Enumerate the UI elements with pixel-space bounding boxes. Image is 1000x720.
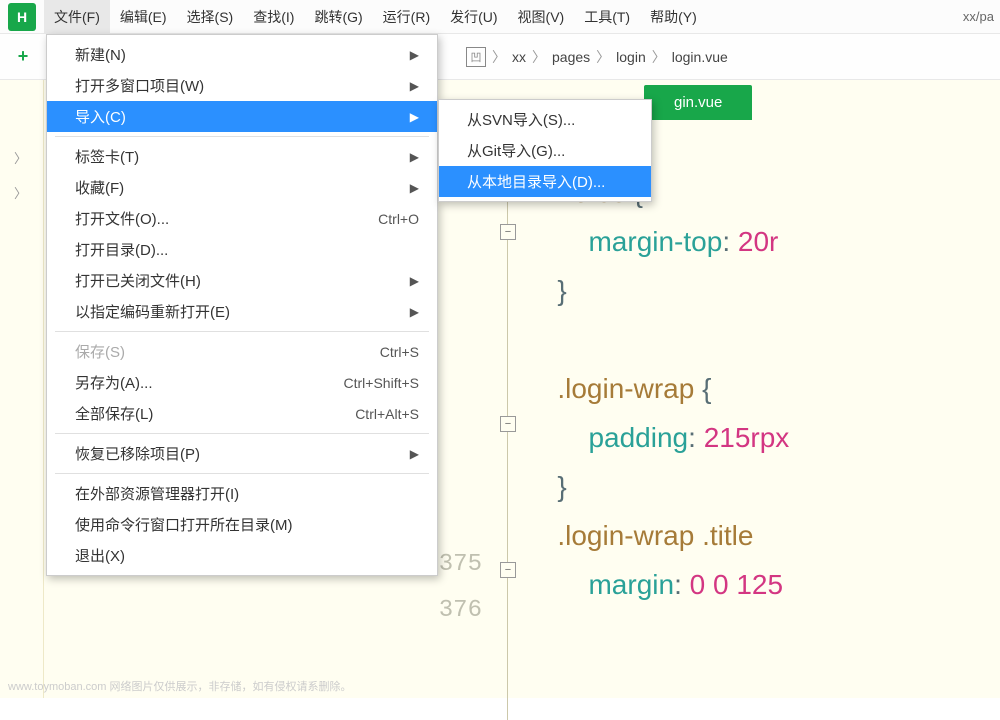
menu-item-label: 保存(S)	[75, 341, 125, 362]
sidebar-gutter: 〉 〉	[0, 80, 44, 698]
chevron-right-icon: 〉	[652, 47, 666, 67]
menu-item[interactable]: 全部保存(L) Ctrl+Alt+S	[47, 398, 437, 429]
menu-item[interactable]: 新建(N) ▶	[47, 39, 437, 70]
app-logo: H	[8, 3, 36, 31]
code-block[interactable]: .rules { margin-top: 20r } .login-wrap {…	[534, 124, 789, 657]
chevron-right-icon: ▶	[410, 79, 419, 93]
code-line: margin: 0 0 125	[534, 569, 783, 600]
breadcrumb-item[interactable]: xx	[512, 49, 526, 65]
menu-item[interactable]: 收藏(F) ▶	[47, 172, 437, 203]
breadcrumb-item[interactable]: login	[616, 49, 646, 65]
new-file-icon[interactable]: +	[13, 47, 33, 67]
menu-item-label: 全部保存(L)	[75, 403, 153, 424]
menu-item[interactable]: 恢复已移除项目(P) ▶	[47, 438, 437, 469]
code-line	[534, 324, 542, 355]
breadcrumb-item[interactable]: pages	[552, 49, 590, 65]
menu-item-label: 导入(C)	[75, 106, 126, 127]
breadcrumb-root-icon[interactable]: 凹	[466, 47, 486, 67]
menu-separator	[55, 433, 429, 434]
menu-item[interactable]: 打开文件(O)... Ctrl+O	[47, 203, 437, 234]
menu-item[interactable]: 在外部资源管理器打开(I)	[47, 478, 437, 509]
menu-item-label: 标签卡(T)	[75, 146, 139, 167]
menu-item[interactable]: 标签卡(T) ▶	[47, 141, 437, 172]
menu-separator	[55, 331, 429, 332]
menu-item[interactable]: 以指定编码重新打开(E) ▶	[47, 296, 437, 327]
chevron-right-icon: ▶	[410, 48, 419, 62]
toolbar-left: +	[0, 34, 46, 79]
menu-item-label: 打开多窗口项目(W)	[75, 75, 204, 96]
menu-item-label: 新建(N)	[75, 44, 126, 65]
menu-shortcut: Ctrl+O	[378, 211, 419, 227]
menu-item[interactable]: 打开目录(D)...	[47, 234, 437, 265]
menu-item[interactable]: 使用命令行窗口打开所在目录(M)	[47, 509, 437, 540]
watermark: www.toymoban.com 网络图片仅供展示，非存储，如有侵权请系删除。	[8, 678, 351, 694]
menu-find[interactable]: 查找(I)	[243, 0, 304, 34]
chevron-right-icon: 〉	[596, 47, 610, 67]
menu-goto[interactable]: 跳转(G)	[304, 0, 372, 34]
menu-item-label: 打开已关闭文件(H)	[75, 270, 201, 291]
fold-minus-icon[interactable]: −	[500, 562, 516, 578]
menu-shortcut: Ctrl+S	[380, 344, 419, 360]
menubar: H 文件(F) 编辑(E) 选择(S) 查找(I) 跳转(G) 运行(R) 发行…	[0, 0, 1000, 34]
breadcrumb: 凹 〉 xx 〉 pages 〉 login 〉 login.vue	[466, 47, 728, 67]
menu-item[interactable]: 保存(S) Ctrl+S	[47, 336, 437, 367]
chevron-right-icon: ▶	[410, 181, 419, 195]
breadcrumb-item[interactable]: login.vue	[672, 49, 728, 65]
path-fragment: xx/pa	[963, 9, 1000, 24]
chevron-right-icon: ▶	[410, 274, 419, 288]
menu-file[interactable]: 文件(F)	[44, 0, 110, 34]
import-submenu: 从SVN导入(S)...从Git导入(G)...从本地目录导入(D)...	[438, 99, 652, 202]
menu-item-label: 另存为(A)...	[75, 372, 153, 393]
code-line: margin-top: 20r	[534, 226, 778, 257]
menu-item[interactable]: 退出(X)	[47, 540, 437, 571]
menu-tools[interactable]: 工具(T)	[574, 0, 640, 34]
submenu-item[interactable]: 从SVN导入(S)...	[439, 104, 651, 135]
menu-item-label: 收藏(F)	[75, 177, 124, 198]
chevron-right-icon: ▶	[410, 305, 419, 319]
line-number: 376	[364, 588, 494, 634]
menu-item[interactable]: 打开已关闭文件(H) ▶	[47, 265, 437, 296]
code-line: }	[534, 471, 567, 502]
file-dropdown: 新建(N) ▶ 打开多窗口项目(W) ▶ 导入(C) ▶ 标签卡(T) ▶ 收藏(F) ▶ 打开文件…	[46, 34, 438, 576]
menu-help[interactable]: 帮助(Y)	[640, 0, 707, 34]
menu-item-label: 以指定编码重新打开(E)	[75, 301, 230, 322]
code-line: }	[534, 275, 567, 306]
menu-item-label: 打开文件(O)...	[75, 208, 169, 229]
tab-active[interactable]: gin.vue	[644, 85, 752, 120]
menu-publish[interactable]: 发行(U)	[440, 0, 507, 34]
menu-item[interactable]: 打开多窗口项目(W) ▶	[47, 70, 437, 101]
chevron-right-icon: ▶	[410, 447, 419, 461]
code-line: padding: 215rpx	[534, 422, 789, 453]
menu-item[interactable]: 导入(C) ▶	[47, 101, 437, 132]
code-line: .login-wrap {	[534, 373, 711, 404]
menu-item-label: 打开目录(D)...	[75, 239, 168, 260]
menu-item-label: 使用命令行窗口打开所在目录(M)	[75, 514, 293, 535]
submenu-item[interactable]: 从本地目录导入(D)...	[439, 166, 651, 197]
chevron-right-icon: 〉	[492, 47, 506, 67]
menu-shortcut: Ctrl+Shift+S	[344, 375, 419, 391]
fold-minus-icon[interactable]: −	[500, 416, 516, 432]
chevron-right-icon: ▶	[410, 150, 419, 164]
menu-item-label: 恢复已移除项目(P)	[75, 443, 200, 464]
submenu-item[interactable]: 从Git导入(G)...	[439, 135, 651, 166]
menu-item[interactable]: 另存为(A)... Ctrl+Shift+S	[47, 367, 437, 398]
menu-run[interactable]: 运行(R)	[373, 0, 440, 34]
menu-separator	[55, 473, 429, 474]
menu-shortcut: Ctrl+Alt+S	[355, 406, 419, 422]
menu-separator	[55, 136, 429, 137]
fold-minus-icon[interactable]: −	[500, 224, 516, 240]
chevron-right-icon[interactable]: 〉	[0, 140, 43, 175]
chevron-right-icon[interactable]: 〉	[0, 175, 43, 210]
menu-item-label: 在外部资源管理器打开(I)	[75, 483, 239, 504]
menu-select[interactable]: 选择(S)	[177, 0, 244, 34]
menu-edit[interactable]: 编辑(E)	[110, 0, 177, 34]
menu-item-label: 退出(X)	[75, 545, 125, 566]
menu-view[interactable]: 视图(V)	[508, 0, 575, 34]
chevron-right-icon: ▶	[410, 110, 419, 124]
fold-column: − − −	[496, 120, 524, 698]
chevron-right-icon: 〉	[532, 47, 546, 67]
code-line: .login-wrap .title	[534, 520, 761, 551]
